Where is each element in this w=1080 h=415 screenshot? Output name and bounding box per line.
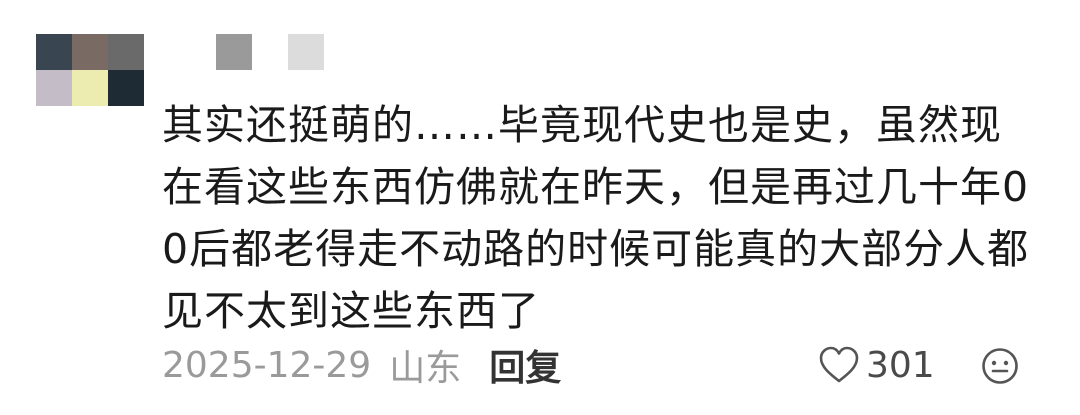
comment-text: 其实还挺萌的……毕竟现代史也是史，虽然现在看这些东西仿佛就在昨天，但是再过几十年… bbox=[162, 101, 1030, 335]
smiley-face-icon[interactable] bbox=[980, 346, 1020, 386]
like-count: 301 bbox=[866, 344, 935, 386]
comment-location: 山东 bbox=[389, 348, 462, 389]
comment-date: 2025-12-29 bbox=[162, 344, 372, 386]
username-block bbox=[216, 34, 252, 70]
comment-meta: 2025-12-29 山东 回复 bbox=[162, 340, 561, 390]
avatar[interactable] bbox=[36, 34, 144, 106]
avatar-pixel bbox=[72, 70, 108, 106]
avatar-pixel bbox=[108, 70, 144, 106]
username-block bbox=[288, 34, 324, 70]
reply-button[interactable]: 回复 bbox=[489, 339, 561, 391]
avatar-pixel bbox=[108, 34, 144, 70]
avatar-pixel bbox=[36, 70, 72, 106]
heart-outline-icon bbox=[819, 346, 859, 383]
avatar-pixel bbox=[36, 34, 72, 70]
avatar-pixel bbox=[72, 34, 108, 70]
like-button[interactable]: 301 bbox=[818, 340, 935, 390]
username-obscured[interactable] bbox=[216, 34, 324, 70]
